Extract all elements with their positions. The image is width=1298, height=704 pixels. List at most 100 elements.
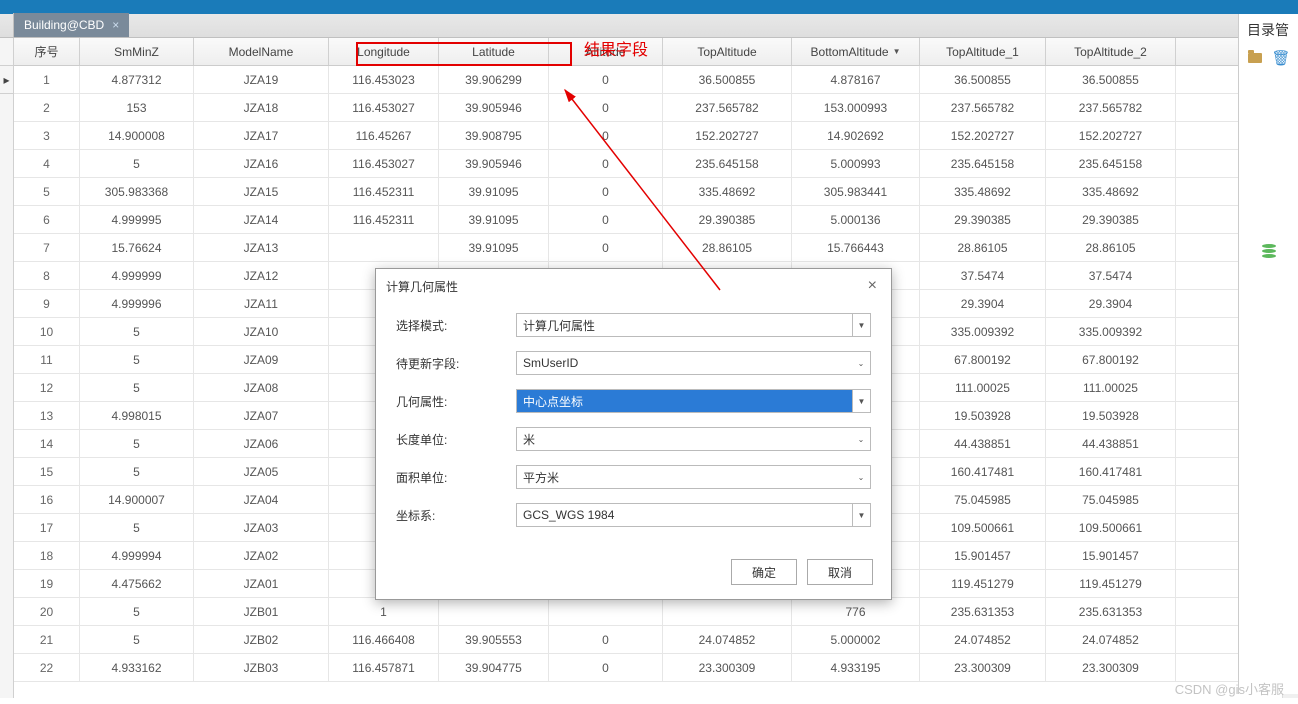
- close-icon[interactable]: ×: [864, 277, 881, 295]
- table-row[interactable]: 205JZB011776235.631353235.631353: [14, 598, 1282, 626]
- cell-SmMinZ[interactable]: 4.999995: [80, 206, 194, 233]
- column-header-Latitude[interactable]: Latitude: [439, 38, 549, 65]
- cell-n[interactable]: 8: [14, 262, 80, 289]
- cell-n[interactable]: 9: [14, 290, 80, 317]
- cell-Altitude[interactable]: 0: [549, 66, 663, 93]
- cell-BottomAltitude[interactable]: 153.000993: [792, 94, 920, 121]
- table-row[interactable]: 5305.983368JZA15116.45231139.910950335.4…: [14, 178, 1282, 206]
- cell-SmMinZ[interactable]: 5: [80, 346, 194, 373]
- cell-TopAltitude_1[interactable]: 111.00025: [920, 374, 1046, 401]
- cell-TopAltitude_2[interactable]: 119.451279: [1046, 570, 1176, 597]
- cell-n[interactable]: 21: [14, 626, 80, 653]
- cell-ModelName[interactable]: JZA15: [194, 178, 329, 205]
- cell-Latitude[interactable]: 39.905946: [439, 94, 549, 121]
- cell-ModelName[interactable]: JZA05: [194, 458, 329, 485]
- cell-TopAltitude[interactable]: 23.300309: [663, 654, 792, 681]
- cell-SmMinZ[interactable]: 5: [80, 374, 194, 401]
- cell-SmMinZ[interactable]: 5: [80, 318, 194, 345]
- cell-TopAltitude_2[interactable]: 36.500855: [1046, 66, 1176, 93]
- cell-SmMinZ[interactable]: 5: [80, 430, 194, 457]
- cell-SmMinZ[interactable]: 4.999999: [80, 262, 194, 289]
- cell-TopAltitude[interactable]: 36.500855: [663, 66, 792, 93]
- table-row[interactable]: 215JZB02116.46640839.905553024.0748525.0…: [14, 626, 1282, 654]
- cell-n[interactable]: 11: [14, 346, 80, 373]
- delete-icon[interactable]: 🗑: [1273, 50, 1289, 66]
- cell-TopAltitude_1[interactable]: 24.074852: [920, 626, 1046, 653]
- column-header-SmMinZ[interactable]: SmMinZ: [80, 38, 194, 65]
- cell-TopAltitude_1[interactable]: 235.631353: [920, 598, 1046, 625]
- cell-TopAltitude_1[interactable]: 36.500855: [920, 66, 1046, 93]
- column-header-序号[interactable]: 序号: [14, 38, 80, 65]
- cell-SmMinZ[interactable]: 153: [80, 94, 194, 121]
- cell-TopAltitude[interactable]: 28.86105: [663, 234, 792, 261]
- cell-TopAltitude_2[interactable]: 37.5474: [1046, 262, 1176, 289]
- cancel-button[interactable]: 取消: [807, 559, 873, 585]
- cell-TopAltitude[interactable]: 237.565782: [663, 94, 792, 121]
- column-header-Altitude[interactable]: Altitude: [549, 38, 663, 65]
- cell-Altitude[interactable]: 0: [549, 654, 663, 681]
- combo-geometry[interactable]: 中心点坐标▼: [516, 389, 871, 413]
- cell-TopAltitude[interactable]: [663, 598, 792, 625]
- cell-BottomAltitude[interactable]: 5.000002: [792, 626, 920, 653]
- database-icon[interactable]: [1262, 244, 1278, 258]
- cell-TopAltitude_1[interactable]: 119.451279: [920, 570, 1046, 597]
- cell-Altitude[interactable]: 0: [549, 206, 663, 233]
- cell-n[interactable]: 18: [14, 542, 80, 569]
- cell-BottomAltitude[interactable]: 305.983441: [792, 178, 920, 205]
- ok-button[interactable]: 确定: [731, 559, 797, 585]
- cell-TopAltitude_1[interactable]: 152.202727: [920, 122, 1046, 149]
- cell-SmMinZ[interactable]: 4.933162: [80, 654, 194, 681]
- cell-n[interactable]: 4: [14, 150, 80, 177]
- cell-BottomAltitude[interactable]: 776: [792, 598, 920, 625]
- cell-ModelName[interactable]: JZA13: [194, 234, 329, 261]
- table-row[interactable]: 64.999995JZA14116.45231139.91095029.3903…: [14, 206, 1282, 234]
- cell-TopAltitude_2[interactable]: 44.438851: [1046, 430, 1176, 457]
- cell-SmMinZ[interactable]: 4.475662: [80, 570, 194, 597]
- cell-TopAltitude_2[interactable]: 335.009392: [1046, 318, 1176, 345]
- cell-ModelName[interactable]: JZA12: [194, 262, 329, 289]
- cell-Longitude[interactable]: 116.457871: [329, 654, 439, 681]
- cell-n[interactable]: 13: [14, 402, 80, 429]
- cell-n[interactable]: 16: [14, 486, 80, 513]
- cell-SmMinZ[interactable]: 5: [80, 458, 194, 485]
- cell-Latitude[interactable]: 39.904775: [439, 654, 549, 681]
- cell-Latitude[interactable]: 39.905946: [439, 150, 549, 177]
- cell-ModelName[interactable]: JZA17: [194, 122, 329, 149]
- cell-TopAltitude_1[interactable]: 44.438851: [920, 430, 1046, 457]
- cell-TopAltitude_1[interactable]: 19.503928: [920, 402, 1046, 429]
- cell-ModelName[interactable]: JZA19: [194, 66, 329, 93]
- cell-Latitude[interactable]: 39.906299: [439, 66, 549, 93]
- cell-TopAltitude_1[interactable]: 37.5474: [920, 262, 1046, 289]
- cell-n[interactable]: 22: [14, 654, 80, 681]
- cell-BottomAltitude[interactable]: 14.902692: [792, 122, 920, 149]
- cell-TopAltitude[interactable]: 335.48692: [663, 178, 792, 205]
- cell-Longitude[interactable]: 116.45267: [329, 122, 439, 149]
- cell-BottomAltitude[interactable]: 5.000136: [792, 206, 920, 233]
- cell-TopAltitude_1[interactable]: 235.645158: [920, 150, 1046, 177]
- column-header-TopAltitude_2[interactable]: TopAltitude_2: [1046, 38, 1176, 65]
- cell-SmMinZ[interactable]: 4.999994: [80, 542, 194, 569]
- cell-BottomAltitude[interactable]: 5.000993: [792, 150, 920, 177]
- cell-SmMinZ[interactable]: 305.983368: [80, 178, 194, 205]
- cell-ModelName[interactable]: JZA09: [194, 346, 329, 373]
- cell-TopAltitude_2[interactable]: 109.500661: [1046, 514, 1176, 541]
- cell-ModelName[interactable]: JZA14: [194, 206, 329, 233]
- cell-n[interactable]: 19: [14, 570, 80, 597]
- cell-Longitude[interactable]: 116.453027: [329, 150, 439, 177]
- cell-Longitude[interactable]: 116.452311: [329, 206, 439, 233]
- column-header-ModelName[interactable]: ModelName: [194, 38, 329, 65]
- combo-area-unit[interactable]: 平方米⌄: [516, 465, 871, 489]
- cell-TopAltitude_1[interactable]: 67.800192: [920, 346, 1046, 373]
- cell-Longitude[interactable]: 116.453027: [329, 94, 439, 121]
- column-header-BottomAltitude[interactable]: BottomAltitude▼: [792, 38, 920, 65]
- cell-SmMinZ[interactable]: 5: [80, 514, 194, 541]
- cell-TopAltitude_2[interactable]: 29.390385: [1046, 206, 1176, 233]
- cell-Longitude[interactable]: 116.466408: [329, 626, 439, 653]
- cell-SmMinZ[interactable]: 4.877312: [80, 66, 194, 93]
- cell-TopAltitude_2[interactable]: 111.00025: [1046, 374, 1176, 401]
- cell-n[interactable]: 15: [14, 458, 80, 485]
- cell-Altitude[interactable]: 0: [549, 234, 663, 261]
- cell-Latitude[interactable]: 39.908795: [439, 122, 549, 149]
- cell-Latitude[interactable]: 39.905553: [439, 626, 549, 653]
- column-header-TopAltitude_1[interactable]: TopAltitude_1: [920, 38, 1046, 65]
